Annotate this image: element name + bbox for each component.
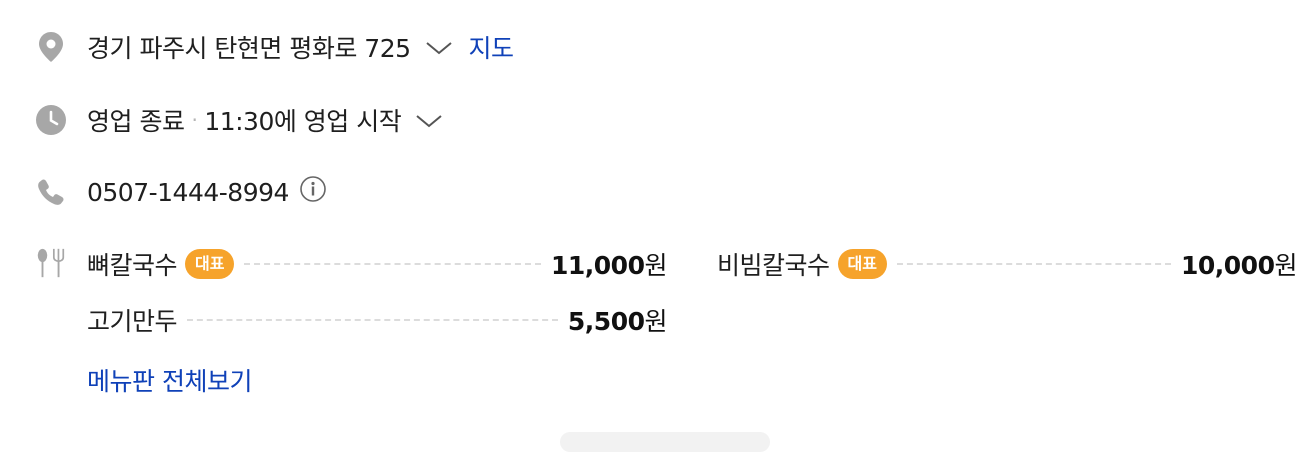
menu-item-price: 5,500원 [567, 302, 668, 338]
hours-expand-chevron-icon[interactable] [415, 106, 443, 135]
price-value: 10,000 [1181, 251, 1275, 280]
menu-item-name: 비빔칼국수 [717, 251, 830, 280]
menu-item-name: 고기만두 [87, 307, 178, 336]
price-leader-divider [187, 319, 558, 321]
info-icon[interactable] [299, 175, 327, 209]
clock-icon [34, 103, 68, 137]
price-unit: 원 [644, 251, 667, 280]
menu-item[interactable]: 뼈칼국수 대표 11,000원 [87, 244, 667, 284]
bottom-more-button[interactable] [560, 432, 770, 452]
map-link[interactable]: 지도 [469, 29, 515, 65]
address-text: 경기 파주시 탄현면 평화로 725 [87, 34, 411, 63]
utensils-icon [34, 246, 68, 280]
menu-item-price: 11,000원 [551, 246, 667, 282]
hours-status: 영업 종료 [87, 107, 185, 136]
menu-item[interactable]: 비빔칼국수 대표 10,000원 [717, 244, 1297, 284]
address-expand-chevron-icon[interactable] [425, 33, 453, 62]
menu-item-price: 10,000원 [1181, 246, 1297, 282]
phone-number[interactable]: 0507-1444-8994 [87, 178, 289, 207]
view-full-menu-link[interactable]: 메뉴판 전체보기 [87, 362, 252, 398]
menu-item[interactable]: 고기만두 5,500원 [87, 300, 667, 340]
price-leader-divider [244, 263, 541, 265]
hours-separator: · [191, 108, 198, 132]
price-unit: 원 [1274, 251, 1297, 280]
phone-row: 0507-1444-8994 [0, 172, 1306, 212]
location-pin-icon [34, 30, 68, 64]
signature-badge: 대표 [837, 249, 887, 279]
menu-item-name: 뼈칼국수 [87, 251, 178, 280]
price-value: 11,000 [551, 251, 645, 280]
hours-row: 영업 종료 · 11:30에 영업 시작 [0, 100, 1306, 140]
price-leader-divider [896, 263, 1171, 265]
price-value: 5,500 [567, 307, 645, 336]
hours-next-open: 11:30에 영업 시작 [204, 107, 402, 136]
signature-badge: 대표 [185, 249, 235, 279]
phone-icon [34, 175, 68, 209]
price-unit: 원 [644, 307, 667, 336]
address-row: 경기 파주시 탄현면 평화로 725 지도 [0, 27, 1306, 67]
